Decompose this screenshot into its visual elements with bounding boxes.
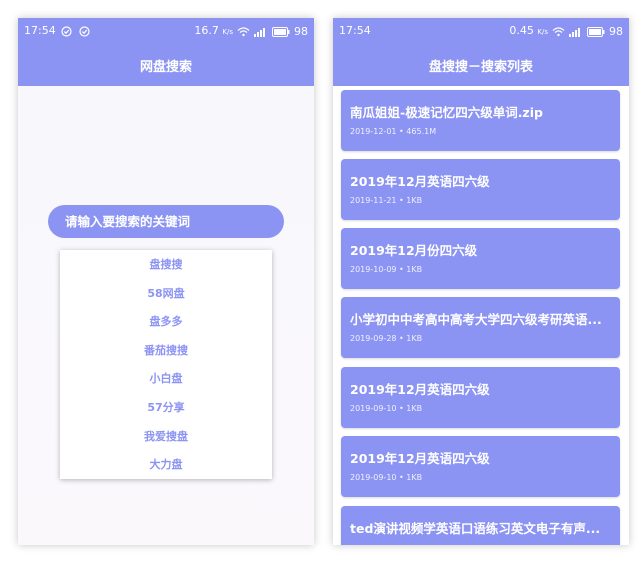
battery-icon: [587, 26, 605, 37]
page-title: 网盘搜索: [18, 44, 314, 86]
battery-level: 98: [609, 24, 623, 38]
network-speed: 16.7 K/s: [194, 24, 233, 37]
search-input[interactable]: 请输入要搜索的关键词: [48, 205, 284, 238]
result-card[interactable]: 南瓜姐姐-极速记忆四六级单词.zip 2019-12-01 • 465.1M: [341, 90, 620, 151]
result-title: ted演讲视频学英语口语练习英文电子有声...: [350, 521, 601, 536]
dropdown-item[interactable]: 小白盘: [60, 365, 272, 394]
result-card[interactable]: 2019年12月英语四六级 2019-09-10 • 1KB: [341, 436, 620, 497]
search-screen: 17:54 16.7 K/s 98 网盘搜索 请输入要搜索的关键词 盘搜搜 58…: [18, 18, 314, 545]
result-meta: 2019-10-09 • 1KB: [350, 265, 423, 274]
network-speed: 0.45 K/s: [509, 24, 548, 37]
search-engine-dropdown: 盘搜搜 58网盘 盘多多 番茄搜搜 小白盘 57分享 我爱搜盘 大力盘: [60, 250, 272, 479]
result-meta: 2019-11-21 • 1KB: [350, 196, 423, 205]
dropdown-item[interactable]: 我爱搜盘: [60, 423, 272, 452]
result-card[interactable]: 小学初中中考高中高考大学四六级考研英语... 2019-09-28 • 1KB: [341, 297, 620, 358]
result-meta: 2019-12-01 • 465.1M: [350, 127, 437, 136]
wifi-icon: [237, 26, 250, 36]
result-meta: 2019-09-10 • 1KB: [350, 473, 423, 482]
result-card[interactable]: 2019年12月份四六级 2019-10-09 • 1KB: [341, 228, 620, 289]
check-circle-icon: [78, 25, 90, 37]
result-title: 2019年12月英语四六级: [350, 174, 490, 189]
signal-icon: [569, 27, 580, 37]
result-title: 2019年12月英语四六级: [350, 451, 490, 466]
status-bar: 17:54 0.45 K/s 98: [333, 18, 629, 44]
dropdown-item[interactable]: 57分享: [60, 394, 272, 423]
status-time: 17:54: [339, 24, 371, 37]
battery-icon: [272, 26, 290, 37]
result-title: 2019年12月英语四六级: [350, 382, 490, 397]
result-title: 小学初中中考高中高考大学四六级考研英语...: [350, 312, 602, 327]
dropdown-item[interactable]: 盘搜搜: [60, 251, 272, 280]
dropdown-item[interactable]: 番茄搜搜: [60, 337, 272, 366]
dropdown-item[interactable]: 58网盘: [60, 280, 272, 309]
result-card[interactable]: 2019年12月英语四六级 2019-09-10 • 1KB: [341, 367, 620, 428]
results-screen: 17:54 0.45 K/s 98 盘搜搜－搜索列表 南瓜姐姐-极速记忆四六级单…: [333, 18, 629, 545]
result-meta: 2019-09-28 • 1KB: [350, 334, 423, 343]
result-title: 南瓜姐姐-极速记忆四六级单词.zip: [350, 105, 543, 120]
result-card[interactable]: 2019年12月英语四六级 2019-11-21 • 1KB: [341, 159, 620, 220]
dropdown-item[interactable]: 大力盘: [60, 451, 272, 480]
status-time: 17:54: [24, 24, 56, 37]
result-title: 2019年12月份四六级: [350, 243, 478, 258]
check-circle-icon: [61, 25, 72, 37]
battery-level: 98: [294, 24, 308, 38]
signal-icon: [254, 27, 265, 37]
wifi-icon: [552, 26, 565, 36]
notification-icons: [58, 24, 90, 37]
page-title: 盘搜搜－搜索列表: [333, 44, 629, 86]
result-meta: 2019-09-10 • 1KB: [350, 404, 423, 413]
status-bar: 17:54 16.7 K/s 98: [18, 18, 314, 44]
result-card[interactable]: ted演讲视频学英语口语练习英文电子有声...: [341, 506, 620, 545]
dropdown-item[interactable]: 盘多多: [60, 308, 272, 337]
